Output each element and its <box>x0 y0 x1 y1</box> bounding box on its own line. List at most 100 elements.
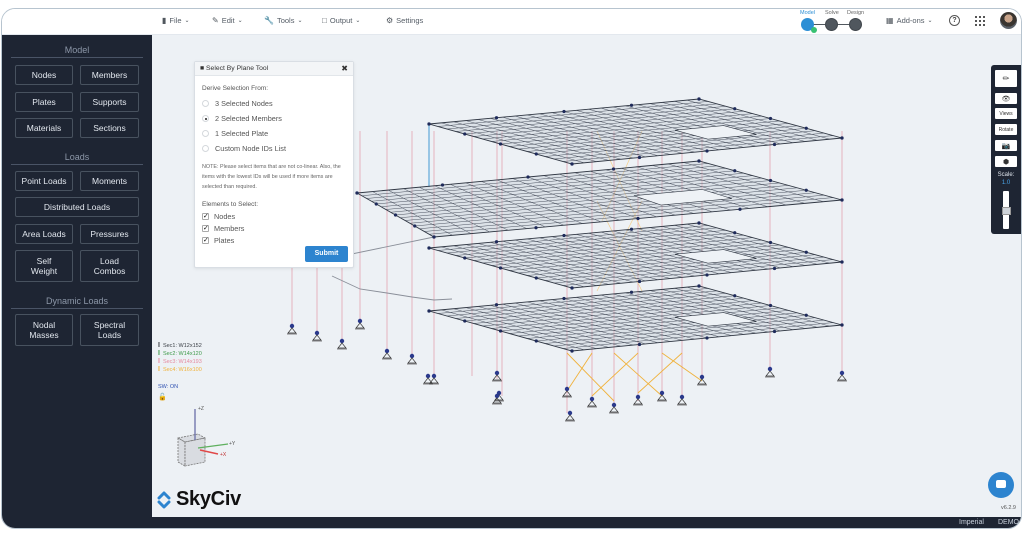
nodal-masses-button[interactable]: Nodal Masses <box>15 314 73 346</box>
node <box>768 303 773 308</box>
unlock-icon[interactable]: 🔓 <box>158 393 167 401</box>
pinned-support-icon <box>287 327 297 334</box>
node <box>463 256 467 260</box>
option-custom-node-ids[interactable]: Custom Node IDs List <box>202 144 286 153</box>
check-icon[interactable]: ✓ <box>202 213 209 220</box>
radio-button-selected[interactable] <box>202 115 209 122</box>
slider-handle[interactable] <box>1001 207 1011 215</box>
materials-button[interactable]: Materials <box>15 118 73 138</box>
select-by-plane-panel: ■ Select By Plane Tool ✖ Derive Selectio… <box>194 61 354 268</box>
step-solve-button[interactable] <box>825 18 838 31</box>
load-combos-button[interactable]: Load Combos <box>80 250 139 282</box>
members-button[interactable]: Members <box>80 65 139 85</box>
legend-item[interactable]: I Sec2: W14x120 <box>158 350 202 358</box>
menu-tools[interactable]: 🔧 Tools ⌄ <box>264 16 303 25</box>
radio-button[interactable] <box>202 100 209 107</box>
node <box>705 149 709 153</box>
pressures-button[interactable]: Pressures <box>80 224 139 244</box>
node <box>637 342 642 347</box>
step-model-button[interactable] <box>801 18 817 33</box>
legend-item[interactable]: I Sec3: W14x193 <box>158 358 202 366</box>
step-solve-label: Solve <box>825 10 839 16</box>
legend-label: Sec3: W14x193 <box>162 359 202 365</box>
plates-button[interactable]: Plates <box>15 92 73 112</box>
bracing-member <box>591 352 639 397</box>
node <box>772 266 777 271</box>
check-icon <box>811 27 817 33</box>
close-icon[interactable]: ✖ <box>341 64 348 73</box>
bracing-member <box>566 352 593 392</box>
checkbox-members[interactable]: ✓ Members <box>202 224 244 233</box>
pencil-icon[interactable]: ✏ <box>995 70 1017 87</box>
node <box>705 336 709 340</box>
node <box>804 188 808 192</box>
point-loads-button[interactable]: Point Loads <box>15 171 73 191</box>
eye-icon[interactable]: 👁 <box>995 93 1017 104</box>
nodes-button[interactable]: Nodes <box>15 65 73 85</box>
camera-icon[interactable]: 📷 <box>995 140 1017 151</box>
moments-button[interactable]: Moments <box>80 171 139 191</box>
legend-item[interactable]: I Sec4: W16x100 <box>158 366 202 374</box>
checkbox-nodes[interactable]: ✓ Nodes <box>202 212 235 221</box>
node <box>768 178 773 183</box>
menu-settings-label: Settings <box>396 16 424 25</box>
i-beam-icon: I <box>158 350 160 357</box>
checkbox-plates[interactable]: ✓ Plates <box>202 236 234 245</box>
step-design-button[interactable] <box>849 18 862 31</box>
submit-button[interactable]: Submit <box>305 246 348 262</box>
node <box>840 260 844 264</box>
panel-header[interactable]: ■ Select By Plane Tool ✖ <box>195 62 353 76</box>
scale-slider[interactable] <box>1001 191 1011 229</box>
option-2-members[interactable]: 2 Selected Members <box>202 114 282 123</box>
check-icon[interactable]: ✓ <box>202 237 209 244</box>
pinned-support-icon <box>565 414 575 421</box>
view-toolbox: ✏ 👁 Views Rotate 📷 ⬢ Scale: 1.0 <box>991 65 1021 234</box>
option-label: 3 Selected Nodes <box>215 99 273 108</box>
node <box>427 122 431 126</box>
addons-menu[interactable]: ▦ Add-ons ⌄ <box>886 16 933 25</box>
chat-button[interactable] <box>988 472 1014 498</box>
option-1-plate[interactable]: 1 Selected Plate <box>202 129 268 138</box>
node <box>427 309 431 313</box>
menu-settings[interactable]: ⚙ Settings <box>386 16 423 25</box>
rotate-button[interactable]: Rotate <box>995 124 1017 135</box>
sections-button[interactable]: Sections <box>80 118 139 138</box>
elements-label: Elements to Select: <box>202 201 258 208</box>
option-3-nodes[interactable]: 3 Selected Nodes <box>202 99 273 108</box>
chevron-down-icon: ⌄ <box>297 18 303 24</box>
pinned-support-icon <box>587 400 597 407</box>
help-icon[interactable]: ? <box>949 15 960 26</box>
pinned-support-icon <box>609 406 619 413</box>
cube-icon[interactable]: ⬢ <box>995 156 1017 167</box>
menu-edit-label: Edit <box>221 16 235 25</box>
radio-button[interactable] <box>202 145 209 152</box>
axes-gizmo[interactable]: +Z +Y +X <box>170 400 250 475</box>
node <box>636 216 640 221</box>
self-weight-status[interactable]: SW: ON <box>158 384 178 390</box>
node <box>393 213 398 217</box>
node <box>562 109 566 114</box>
units-label[interactable]: Imperial <box>959 519 984 526</box>
check-icon[interactable]: ✓ <box>202 225 209 232</box>
node <box>534 276 538 280</box>
node <box>440 183 445 187</box>
legend-item[interactable]: I Sec1: W12x152 <box>158 342 202 350</box>
x-axis-label: +X <box>220 452 227 458</box>
menu-output-label: Output <box>329 16 353 25</box>
menu-edit[interactable]: ✎ Edit ⌄ <box>212 16 243 25</box>
node <box>413 224 417 228</box>
self-weight-button[interactable]: Self Weight <box>15 250 73 282</box>
views-button[interactable]: Views <box>995 108 1017 119</box>
user-avatar[interactable] <box>1000 12 1017 29</box>
node <box>355 191 359 195</box>
spectral-loads-button[interactable]: Spectral Loads <box>80 314 139 346</box>
apps-grid-icon[interactable] <box>975 16 985 26</box>
menu-output[interactable]: □ Output ⌄ <box>322 16 360 25</box>
menu-file[interactable]: ▮ File ⌄ <box>162 16 190 25</box>
area-loads-button[interactable]: Area Loads <box>15 224 73 244</box>
radio-button[interactable] <box>202 130 209 137</box>
pinned-support-icon <box>382 352 392 359</box>
menu-tools-label: Tools <box>276 16 295 25</box>
distributed-loads-button[interactable]: Distributed Loads <box>15 197 139 217</box>
supports-button[interactable]: Supports <box>80 92 139 112</box>
